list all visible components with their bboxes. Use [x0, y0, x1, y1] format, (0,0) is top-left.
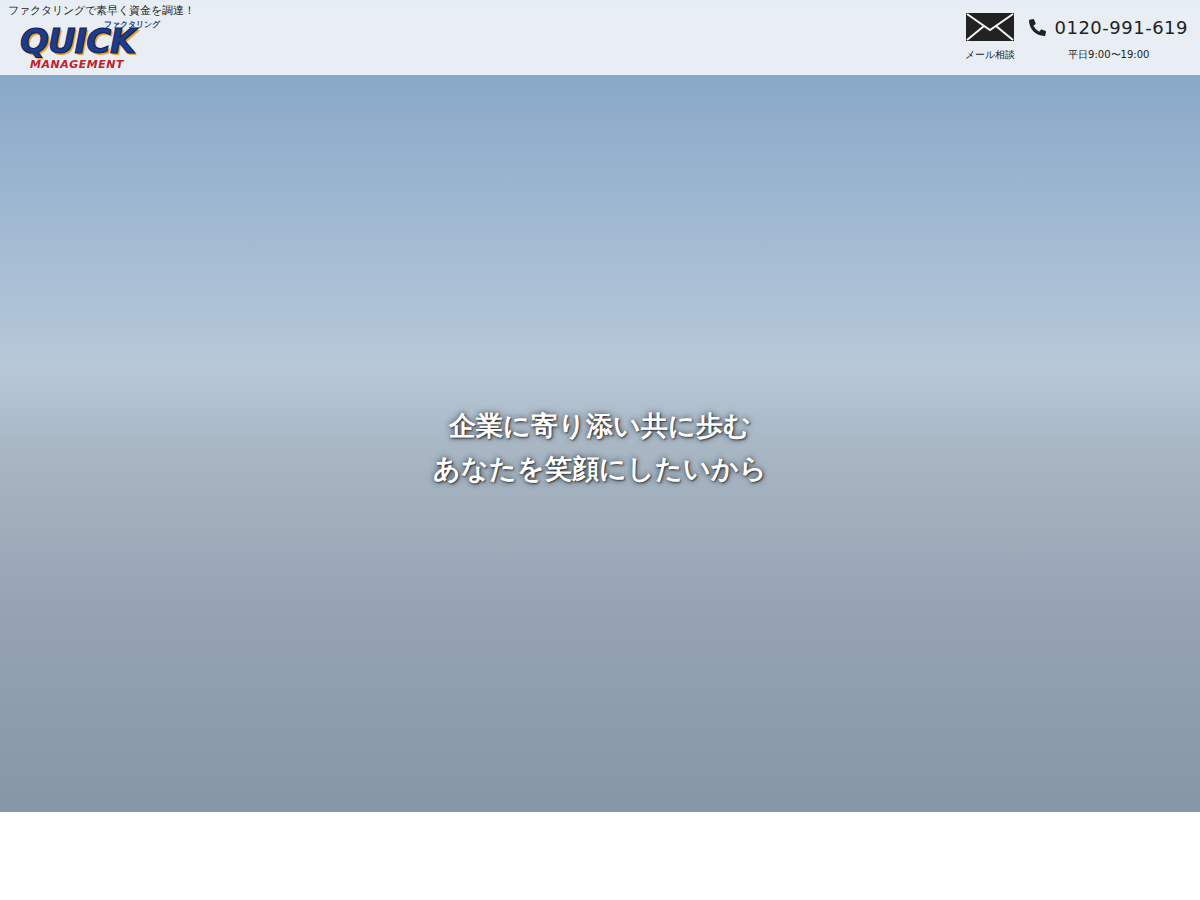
hero-line: あなたを笑顔にしたいから [433, 451, 767, 486]
hero-line: 企業に寄り添い共に歩む [449, 408, 751, 443]
mail-icon [965, 12, 1015, 42]
hero: ファクタリングで素早く資金を調達！ ファクタリングQUICKMANAGEMENT メ… [0, 0, 1200, 812]
contacts: メール相談 0120-991-619 平日9:00〜19:00 [965, 4, 1188, 62]
phone-top: 0120-991-619 [1029, 12, 1188, 42]
phone-icon [1029, 19, 1046, 36]
tagline: ファクタリングで素早く資金を調達！ [8, 4, 195, 17]
phone-contact[interactable]: 0120-991-619 平日9:00〜19:00 [1029, 12, 1188, 62]
site-header: ファクタリングで素早く資金を調達！ ファクタリングQUICKMANAGEMENT メ… [0, 0, 1200, 75]
logo-bottom: MANAGEMENT [30, 58, 124, 71]
mail-top [965, 12, 1015, 42]
logo-sub: ファクタリング [104, 19, 160, 30]
page: ファクタリングで素早く資金を調達！ ファクタリングQUICKMANAGEMENT メ… [0, 0, 1200, 900]
phone-number: 0120-991-619 [1054, 17, 1188, 38]
mail-contact[interactable]: メール相談 [965, 12, 1015, 62]
logo-main: QUICK [20, 24, 135, 58]
hero-text: 企業に寄り添い共に歩むあなたを笑顔にしたいから [433, 408, 767, 486]
mail-label: メール相談 [965, 48, 1015, 62]
logo[interactable]: ファクタリングQUICKMANAGEMENT [8, 19, 168, 71]
phone-hours: 平日9:00〜19:00 [1068, 48, 1149, 62]
brand: ファクタリングで素早く資金を調達！ ファクタリングQUICKMANAGEMENT [8, 4, 195, 71]
